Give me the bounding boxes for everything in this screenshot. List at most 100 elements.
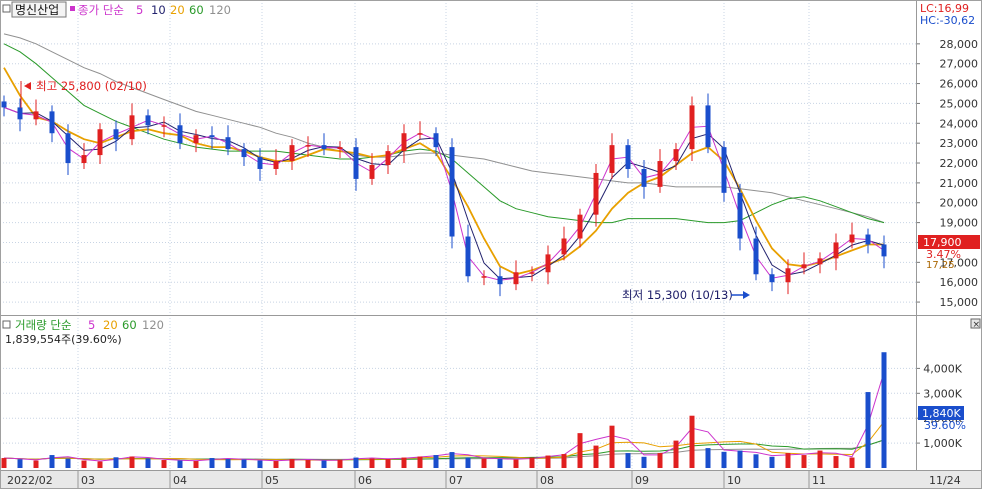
candle-body xyxy=(753,238,759,275)
vol-ma60-legend[interactable]: 60 xyxy=(122,318,137,332)
vol-ma20-legend[interactable]: 20 xyxy=(103,318,118,332)
price-tick-label: 15,000 xyxy=(940,296,979,309)
price-tick-label: 24,000 xyxy=(940,117,979,130)
candle-body xyxy=(145,115,151,126)
volume-bar xyxy=(881,352,887,468)
ma120-legend[interactable]: 120 xyxy=(209,3,231,17)
stock-chart-window: 15,00016,00017,00018,00019,00020,00021,0… xyxy=(0,0,982,489)
candle-body xyxy=(593,172,599,215)
candle-body xyxy=(673,149,679,162)
candle-body xyxy=(433,133,439,148)
candle-body xyxy=(353,147,359,179)
price-tick-label: 28,000 xyxy=(940,38,979,51)
candle-body xyxy=(833,242,839,259)
candle-body xyxy=(529,272,535,274)
ma20-legend[interactable]: 20 xyxy=(170,3,185,17)
time-tick-label: 11 xyxy=(812,474,826,487)
volume-bar xyxy=(545,455,551,468)
volume-bar xyxy=(833,456,839,468)
volume-tick-label: 3,000K xyxy=(923,387,962,400)
volume-bar xyxy=(337,459,343,468)
candle-body xyxy=(401,133,407,152)
candle-body xyxy=(849,234,855,243)
ma5-legend[interactable]: 5 xyxy=(136,3,143,17)
candle-body xyxy=(65,133,71,164)
hc-readout: HC:-30,62 xyxy=(920,14,975,27)
volume-bar xyxy=(129,456,135,468)
volume-bar xyxy=(785,453,791,468)
time-tick-label: 10 xyxy=(727,474,741,487)
volume-bar xyxy=(289,459,295,468)
time-tick-label: 08 xyxy=(540,474,554,487)
time-tick-label: 03 xyxy=(81,474,95,487)
candle-body xyxy=(161,125,167,127)
volume-readout: 1,839,554주(39.60%) xyxy=(5,333,122,346)
volume-bar xyxy=(673,440,679,468)
volume-bar xyxy=(305,460,311,468)
volume-bar xyxy=(401,457,407,468)
volume-bar xyxy=(865,392,871,468)
pane-menu-icon[interactable] xyxy=(2,4,11,13)
price-tick-label: 22,000 xyxy=(940,157,979,170)
price-tick-label: 21,000 xyxy=(940,177,979,190)
volume-bar xyxy=(641,456,647,468)
volume-bar xyxy=(177,460,183,468)
volume-bar xyxy=(609,425,615,468)
volume-bar xyxy=(417,456,423,468)
time-tick-label: 11/24 xyxy=(929,474,961,487)
high-annotation: 최고 25,800 (02/10) xyxy=(36,79,147,93)
vol-ma5-legend[interactable]: 5 xyxy=(88,318,95,332)
volume-bar xyxy=(561,454,567,468)
candle-body xyxy=(657,161,663,187)
volume-bar xyxy=(593,445,599,468)
close-icon: × xyxy=(973,320,981,330)
candle-body xyxy=(545,254,551,273)
price-legend-marker-icon xyxy=(70,6,75,11)
volume-bar xyxy=(721,451,727,468)
price-legend-label[interactable]: 종가 단순 xyxy=(78,3,124,17)
candle-body xyxy=(81,155,87,164)
volume-bar xyxy=(209,458,215,468)
volume-bar xyxy=(81,460,87,468)
price-tick-label: 23,000 xyxy=(940,137,979,150)
candle-body xyxy=(641,168,647,187)
volume-bar xyxy=(1,458,7,468)
candle-body xyxy=(49,111,55,134)
candle-body xyxy=(497,276,503,285)
candle-body xyxy=(257,157,263,169)
candle-body xyxy=(17,107,23,120)
candle-body xyxy=(385,151,391,166)
price-tick-label: 27,000 xyxy=(940,58,979,71)
volume-legend-label[interactable]: 거래량 단순 xyxy=(15,318,72,332)
time-tick-label: 06 xyxy=(358,474,372,487)
candle-body xyxy=(561,238,567,255)
volume-bar xyxy=(257,460,263,468)
volume-bar xyxy=(529,457,535,468)
last-close-marker: 17,25 xyxy=(926,260,955,271)
volume-bar xyxy=(689,415,695,468)
price-tick-label: 26,000 xyxy=(940,78,979,91)
volume-bar xyxy=(161,460,167,468)
candle-body xyxy=(513,272,519,285)
candle-body xyxy=(785,268,791,283)
volume-bar xyxy=(737,450,743,468)
volume-bar xyxy=(449,452,455,468)
price-tick-label: 19,000 xyxy=(940,217,979,230)
price-tick-label: 25,000 xyxy=(940,97,979,110)
volume-pane-menu-icon[interactable] xyxy=(2,320,11,329)
time-tick-label: 09 xyxy=(635,474,649,487)
time-tick-label: 04 xyxy=(173,474,187,487)
volume-bar xyxy=(801,455,807,468)
vol-ma120-legend[interactable]: 120 xyxy=(142,318,164,332)
candle-body xyxy=(465,236,471,277)
candle-body xyxy=(305,145,311,147)
candle-body xyxy=(129,115,135,140)
candle-body xyxy=(321,145,327,150)
ma60-legend[interactable]: 60 xyxy=(189,3,204,17)
time-tick-label: 05 xyxy=(265,474,279,487)
candle-body xyxy=(113,129,119,140)
candle-body xyxy=(801,264,807,269)
volume-bar xyxy=(273,461,279,468)
ma10-legend[interactable]: 10 xyxy=(151,3,166,17)
candle-body xyxy=(97,129,103,156)
